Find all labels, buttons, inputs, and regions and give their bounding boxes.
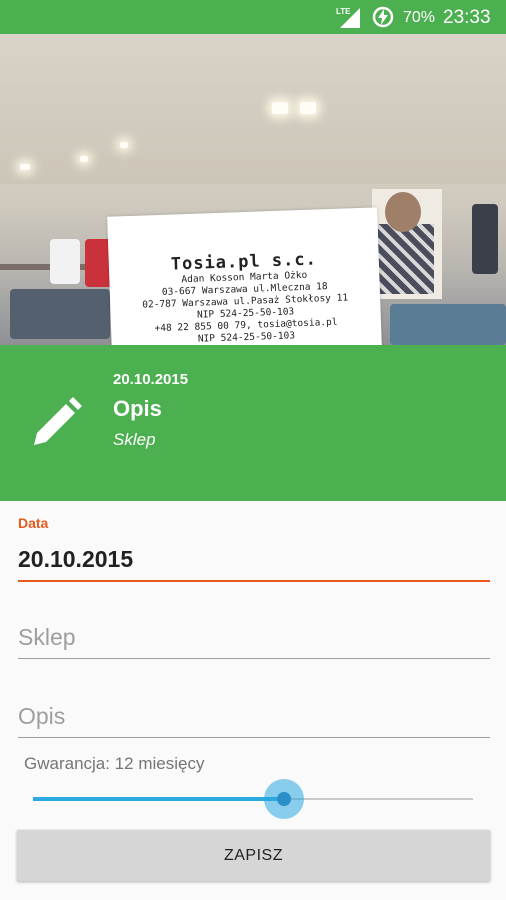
clock: 23:33 (443, 7, 491, 28)
store-clothes (50, 239, 80, 284)
status-bar: LTE 70% 23:33 (0, 0, 506, 34)
save-button[interactable]: ZAPISZ (17, 830, 490, 881)
receipt-photo[interactable]: Tosia.pl s.c. Adan Kosson Marta Ożko 03-… (0, 34, 506, 345)
store-clothes (10, 289, 110, 339)
pencil-icon[interactable] (28, 395, 84, 451)
battery-level: 70% (403, 9, 436, 26)
ceiling-light (120, 142, 128, 148)
store-ceiling (0, 34, 506, 184)
slider-thumb[interactable] (277, 792, 291, 806)
date-label: Data (18, 515, 49, 531)
store-clothes (390, 304, 506, 345)
header-date: 20.10.2015 (113, 371, 189, 388)
ceiling-light (272, 102, 288, 114)
warranty-slider[interactable] (33, 779, 473, 819)
header-shop: Sklep (113, 430, 156, 449)
battery-charging-icon (372, 6, 394, 28)
shop-field[interactable] (18, 624, 488, 651)
signal-icon (340, 8, 360, 28)
date-field[interactable] (18, 546, 488, 573)
shop-field-underline (18, 658, 490, 659)
header-description: Opis (113, 396, 162, 421)
poster-figure (378, 224, 434, 294)
receipt: Tosia.pl s.c. Adan Kosson Marta Ożko 03-… (107, 207, 383, 345)
description-field[interactable] (18, 703, 488, 730)
store-clothes (472, 204, 498, 274)
receipt-summary-header: 20.10.2015 Opis Sklep (0, 345, 506, 501)
description-field-underline (18, 737, 490, 738)
poster-figure-head (385, 192, 421, 232)
date-field-underline (18, 580, 490, 582)
ceiling-light (20, 164, 30, 170)
slider-fill (33, 797, 284, 801)
ceiling-light (300, 102, 316, 114)
warranty-label: Gwarancja: 12 miesięcy (24, 754, 205, 773)
ceiling-light (80, 156, 88, 162)
